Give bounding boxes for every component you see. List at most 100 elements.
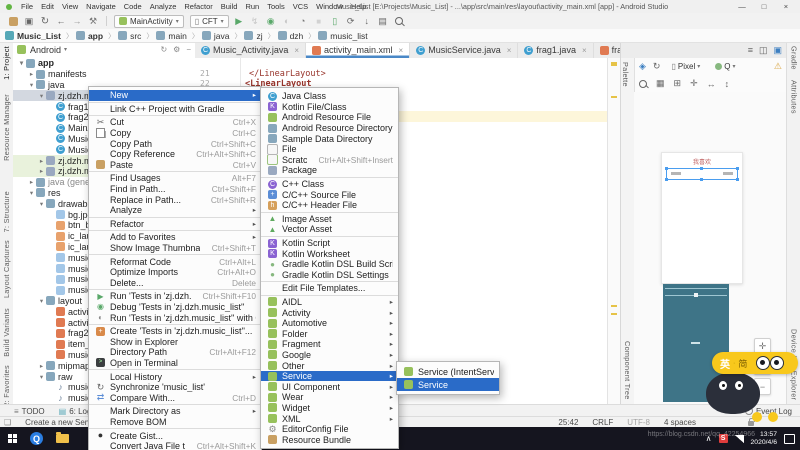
menu-synchronize-music-list[interactable]: ↻ Synchronize 'music_list' <box>89 382 261 393</box>
menu-other[interactable]: Other ▸ <box>261 360 398 371</box>
grid-icon[interactable]: ▦ <box>656 78 665 89</box>
design-surface-icon[interactable]: ◈ <box>639 61 646 72</box>
zoom-icon[interactable] <box>639 79 647 88</box>
menu-find-usages[interactable]: Find Usages Alt+F7 <box>89 173 261 184</box>
menu-wear[interactable]: Wear ▸ <box>261 392 398 403</box>
tab-todo[interactable]: ≡ TODO <box>14 407 45 416</box>
menubar-vcs[interactable]: VCS <box>289 2 312 11</box>
menubar-view[interactable]: View <box>58 2 82 11</box>
gradle-sync-icon[interactable]: ⟳ <box>344 15 358 27</box>
menu-copy-reference[interactable]: Copy Reference Ctrl+Alt+Shift+C <box>89 149 261 160</box>
chevron-expanded-icon[interactable]: ▾ <box>17 59 26 67</box>
menu-refactor[interactable]: Refactor ▸ <box>89 219 261 230</box>
menu-service-intentservice[interactable]: Service (IntentService) <box>397 365 499 378</box>
menubar-tools[interactable]: Tools <box>263 2 289 11</box>
tree-row-manifests[interactable]: ▸ manifests <box>13 69 195 80</box>
menu-show-image-thumbnails[interactable]: Show Image Thumbnails Ctrl+Shift+T <box>89 243 261 254</box>
sidebar-tab-resource-manager[interactable]: Resource Manager <box>2 94 11 161</box>
close-button[interactable]: × <box>775 0 797 13</box>
avd-manager-icon[interactable]: ▯ <box>328 15 342 27</box>
minimize-button[interactable]: — <box>731 0 753 13</box>
profiler-icon[interactable]: ◔ <box>296 15 310 27</box>
sidebar-tab-2-favorites[interactable]: 2: Favorites <box>2 365 11 407</box>
device-combo[interactable]: ▯ CFT ▾ <box>189 14 229 28</box>
ime-language-widget[interactable]: 英 · 简 <box>712 352 798 374</box>
chevron-expanded-icon[interactable]: ▾ <box>37 92 46 100</box>
sdk-manager-icon[interactable]: ↓ <box>360 15 374 27</box>
menu-optimize-imports[interactable]: Optimize Imports Ctrl+Alt+O <box>89 267 261 278</box>
hide-panel-icon[interactable]: − <box>186 45 191 54</box>
chevron-expanded-icon[interactable]: ▾ <box>37 297 46 305</box>
tab-activity-main-xml[interactable]: activity_main.xml × <box>306 42 411 58</box>
breadcrumb-music_list[interactable]: music_list <box>318 31 368 41</box>
menu-gradle-kotlin-dsl-build-script[interactable]: ● Gradle Kotlin DSL Build Script <box>261 259 398 270</box>
sidebar-tab-1-project[interactable]: 1: Project <box>2 46 11 80</box>
design-preview[interactable]: 我喜欢 <box>661 152 743 284</box>
debug-icon[interactable]: ◉ <box>264 15 278 27</box>
tab-close-icon[interactable]: × <box>582 46 587 55</box>
menubar-code[interactable]: Code <box>120 2 146 11</box>
menu-link-c-project-with-gradle[interactable]: Link C++ Project with Gradle <box>89 104 261 115</box>
menu-paste[interactable]: Paste Ctrl+V <box>89 160 261 171</box>
tab-component-tree[interactable]: Component Tree <box>623 341 632 400</box>
menu-fragment[interactable]: Fragment ▸ <box>261 339 398 350</box>
menu-delete[interactable]: Delete... Delete <box>89 278 261 289</box>
breadcrumb-music_list[interactable]: Music_List <box>5 31 61 41</box>
menu-new[interactable]: New ▸ <box>89 90 261 101</box>
menu-resource-bundle[interactable]: Resource Bundle <box>261 434 398 445</box>
menu-java-class[interactable]: C Java Class <box>261 91 398 102</box>
sidebar-tab-layout-captures[interactable]: Layout Captures <box>2 240 11 298</box>
menu-run-tests-in-zj-dzh-music-list[interactable]: ▶ Run 'Tests in 'zj.dzh.music_list'' Ctrl+… <box>89 291 261 302</box>
code-view-icon[interactable]: ≡ <box>748 45 753 55</box>
menu-gradle-kotlin-dsl-settings[interactable]: ● Gradle Kotlin DSL Settings <box>261 270 398 281</box>
sidebar-tab-7-structure[interactable]: 7: Structure <box>2 191 11 232</box>
chevron-collapsed-icon[interactable]: ▸ <box>37 362 46 370</box>
sidebar-tab-build-variants[interactable]: Build Variants <box>2 308 11 357</box>
menu-editorconfig-file[interactable]: ⚙ EditorConfig File <box>261 424 398 435</box>
chevron-expanded-icon[interactable]: ▾ <box>27 189 36 197</box>
run-icon[interactable]: ▶ <box>232 15 246 27</box>
menu-activity[interactable]: Activity ▸ <box>261 307 398 318</box>
tree-row-app[interactable]: ▾ app <box>13 58 195 69</box>
read-lock-icon[interactable] <box>748 418 755 426</box>
menu-remove-bom[interactable]: Remove BOM <box>89 417 261 428</box>
chevron-collapsed-icon[interactable]: ▸ <box>27 178 36 186</box>
windows-start-button[interactable] <box>8 434 17 443</box>
menu-edit-file-templates[interactable]: Edit File Templates... <box>261 283 398 294</box>
project-view-selector[interactable]: Android <box>30 45 61 55</box>
menu-xml[interactable]: XML ▸ <box>261 413 398 424</box>
tab-close-icon[interactable]: × <box>294 46 299 55</box>
menu-compare-with[interactable]: ⇄ Compare With... Ctrl+D <box>89 392 261 403</box>
tab-close-icon[interactable]: × <box>507 46 512 55</box>
browser-icon[interactable]: Q <box>30 432 43 445</box>
menu-convert-java-file-to-kotlin-file[interactable]: Convert Java File to Kotlin File Ctrl+Alt… <box>89 441 261 450</box>
menu-kotlin-script[interactable]: K Kotlin Script <box>261 238 398 249</box>
menubar-refactor[interactable]: Refactor <box>180 2 216 11</box>
menu-create-tests-in-zj-dzh-music-list[interactable]: + Create 'Tests in 'zj.dzh.music_list''..… <box>89 326 261 337</box>
menu-file[interactable]: File <box>261 143 398 155</box>
breadcrumb-zj[interactable]: zj <box>244 31 263 41</box>
menu-c-class[interactable]: C C++ Class <box>261 179 398 190</box>
tab-frag1-java[interactable]: Cfrag1.java × <box>518 42 594 58</box>
menu-widget[interactable]: Widget ▸ <box>261 403 398 414</box>
chevron-collapsed-icon[interactable]: ▸ <box>37 167 46 175</box>
sidebar-tab-gradle[interactable]: Gradle <box>790 46 799 70</box>
build-hammer-icon[interactable]: ⚒ <box>86 15 100 27</box>
chevron-collapsed-icon[interactable]: ▸ <box>27 70 36 78</box>
menu-mark-directory-as[interactable]: Mark Directory as ▸ <box>89 406 261 417</box>
tool-window-switcher-icon[interactable]: ❑ <box>4 418 11 427</box>
open-project-icon[interactable] <box>6 15 20 27</box>
orientation-icon[interactable]: ↻ <box>653 61 661 72</box>
breadcrumb-java[interactable]: java <box>201 31 229 41</box>
menu-google[interactable]: Google ▸ <box>261 350 398 361</box>
tab-musicservice-java[interactable]: C MusicService.java × <box>410 42 519 58</box>
menu-folder[interactable]: Folder ▸ <box>261 328 398 339</box>
menu-ui-component[interactable]: UI Component ▸ <box>261 381 398 392</box>
tab-music-activity-java[interactable]: C Music_Activity.java × <box>195 42 307 58</box>
menu-scratch-file[interactable]: Scratch File Ctrl+Alt+Shift+Insert <box>261 154 398 166</box>
status-25-42[interactable]: 25:42 <box>558 418 578 427</box>
menu-android-resource-file[interactable]: Android Resource File <box>261 112 398 123</box>
menu-run-tests-in-zj-dzh-music-list-wit[interactable]: ◐ Run 'Tests in 'zj.dzh.music_list'' with… <box>89 312 261 323</box>
menubar-analyze[interactable]: Analyze <box>146 2 181 11</box>
menu-vector-asset[interactable]: ▲ Vector Asset <box>261 224 398 235</box>
